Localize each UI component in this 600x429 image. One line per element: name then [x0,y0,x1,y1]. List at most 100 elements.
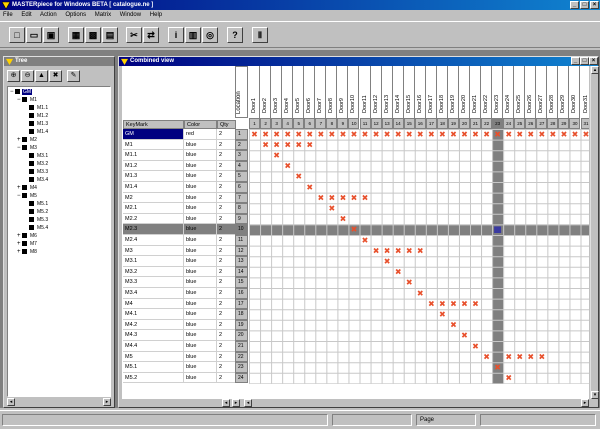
door-header[interactable]: Door30 [571,95,577,113]
menu-window[interactable]: Window [120,12,141,18]
assignment-mark[interactable]: ✖ [306,140,313,149]
assignment-mark[interactable]: ✖ [406,246,413,255]
tree-node[interactable]: + M7 [17,240,38,248]
table-cell-color[interactable]: blue [184,203,217,214]
assignment-mark[interactable]: ✖ [340,193,347,202]
table-cell-qty[interactable]: 2 [217,309,236,320]
tree-node[interactable]: M3.3 [24,168,49,176]
assignment-mark[interactable]: ✖ [295,172,302,181]
assignment-mark[interactable]: ✖ [273,130,280,139]
assignment-mark[interactable]: ✖ [329,130,336,139]
assignment-mark[interactable]: ✖ [527,352,534,361]
combined-maximize-button[interactable]: □ [580,57,589,65]
table-cell-qty[interactable]: 2 [217,203,236,214]
assignment-mark[interactable]: ✖ [505,352,512,361]
assignment-mark[interactable]: ✖ [373,246,380,255]
assignment-mark[interactable]: ✖ [417,289,424,298]
scroll-up-icon[interactable]: ▴ [591,66,599,74]
table-cell-qty[interactable]: 2 [217,277,236,288]
door-header[interactable]: Door27 [538,95,544,113]
cut-icon[interactable]: ✂ [126,27,142,43]
assignment-mark[interactable]: ✖ [461,299,468,308]
door-header[interactable]: Door25 [516,95,522,113]
matrix-view-icon[interactable]: ▩ [85,27,101,43]
assignment-mark[interactable]: ✖ [384,257,391,266]
table-cell-qty[interactable]: 2 [217,256,236,267]
table-cell-color[interactable]: blue [184,150,217,161]
table-cell-key[interactable]: GM [123,129,184,140]
assignment-mark[interactable]: ✖ [362,130,369,139]
assignment-mark[interactable]: ✖ [483,352,490,361]
assignment-mark[interactable]: ✖ [284,162,291,171]
door-header[interactable]: Door5 [295,98,301,113]
column-header-color[interactable]: Color [184,120,217,129]
door-header[interactable]: Door18 [439,95,445,113]
table-cell-qty[interactable]: 2 [217,150,236,161]
scroll-right-icon[interactable]: ▸ [103,398,111,406]
table-cell-color[interactable]: blue [184,266,217,278]
table-cell-color[interactable]: blue [184,277,217,288]
column-header-qty[interactable]: Qty [217,120,236,129]
assignment-mark[interactable]: ✖ [273,151,280,160]
table-cell-qty[interactable]: 2 [217,266,236,278]
assignment-mark[interactable]: ✖ [439,130,446,139]
table-cell-qty[interactable]: 2 [217,139,236,151]
assignment-mark[interactable]: ✖ [516,130,523,139]
tree-collapse-icon[interactable]: ⊖ [21,70,34,82]
assignment-mark[interactable]: ✖ [561,130,568,139]
maximize-button[interactable]: □ [580,1,589,9]
table-cell-key[interactable]: M5 [123,351,184,363]
assignment-mark[interactable]: ✖ [494,363,501,372]
table-cell-color[interactable]: blue [184,256,217,267]
table-cell-color[interactable]: blue [184,319,217,331]
tree-node[interactable]: − M5 [17,192,38,200]
door-header[interactable]: Door17 [428,95,434,113]
door-header[interactable]: Door14 [395,95,401,113]
tree-root-node[interactable]: − GM [10,88,33,96]
tree-node[interactable]: + M4 [17,184,38,192]
tree-expand-icon[interactable]: ⊕ [7,70,20,82]
door-header[interactable]: Door3 [273,98,279,113]
table-cell-qty[interactable]: 2 [217,224,236,235]
assignment-mark[interactable]: ✖ [417,130,424,139]
assignment-mark[interactable]: ✖ [284,140,291,149]
table-cell-qty[interactable]: 2 [217,362,236,373]
table-cell-color[interactable]: blue [184,182,217,193]
tree-node[interactable]: M5.3 [24,216,49,224]
door-header[interactable]: Door8 [328,98,334,113]
table-cell-color[interactable]: blue [184,171,217,182]
scroll-left-icon[interactable]: ◂ [7,398,15,406]
table-cell-key[interactable]: M2.1 [123,203,184,214]
table-cell-key[interactable]: M1.3 [123,171,184,182]
column-header-keymark[interactable]: KeyMark [123,120,184,129]
menu-matrix[interactable]: Matrix [95,12,111,18]
door-header[interactable]: Door13 [384,95,390,113]
grid-view-icon[interactable]: ▦ [68,27,84,43]
tree-node[interactable]: M5.2 [24,208,49,216]
assignment-mark[interactable]: ✖ [362,236,369,245]
assignment-mark[interactable]: ✖ [550,130,557,139]
assignment-mark[interactable]: ✖ [251,130,258,139]
door-header[interactable]: Door19 [450,95,456,113]
door-header[interactable]: Door31 [583,95,589,113]
door-header[interactable]: Door9 [339,98,345,113]
table-cell-qty[interactable]: 2 [217,372,236,384]
table-cell-color[interactable]: blue [184,330,217,341]
door-header[interactable]: Door15 [406,95,412,113]
menu-options[interactable]: Options [65,12,86,18]
assignment-mark[interactable]: ✖ [450,130,457,139]
tree-horizontal-scrollbar[interactable]: ◂ ▸ [7,398,111,406]
assignment-mark[interactable]: ✖ [329,193,336,202]
tree-node[interactable]: M1.2 [24,112,49,120]
table-scroll-right-icon[interactable]: ▸ [232,399,240,407]
assignment-mark[interactable]: ✖ [306,130,313,139]
assignment-mark[interactable]: ✖ [273,140,280,149]
table-cell-qty[interactable]: 2 [217,330,236,341]
assignment-mark[interactable]: ✖ [505,374,512,383]
table-cell-key[interactable]: M1.1 [123,150,184,161]
assignment-mark[interactable]: ✖ [472,130,479,139]
table-cell-color[interactable]: blue [184,372,217,384]
assignment-mark[interactable]: ✖ [295,130,302,139]
table-cell-key[interactable]: M3.1 [123,256,184,267]
table-cell-color[interactable]: blue [184,351,217,363]
